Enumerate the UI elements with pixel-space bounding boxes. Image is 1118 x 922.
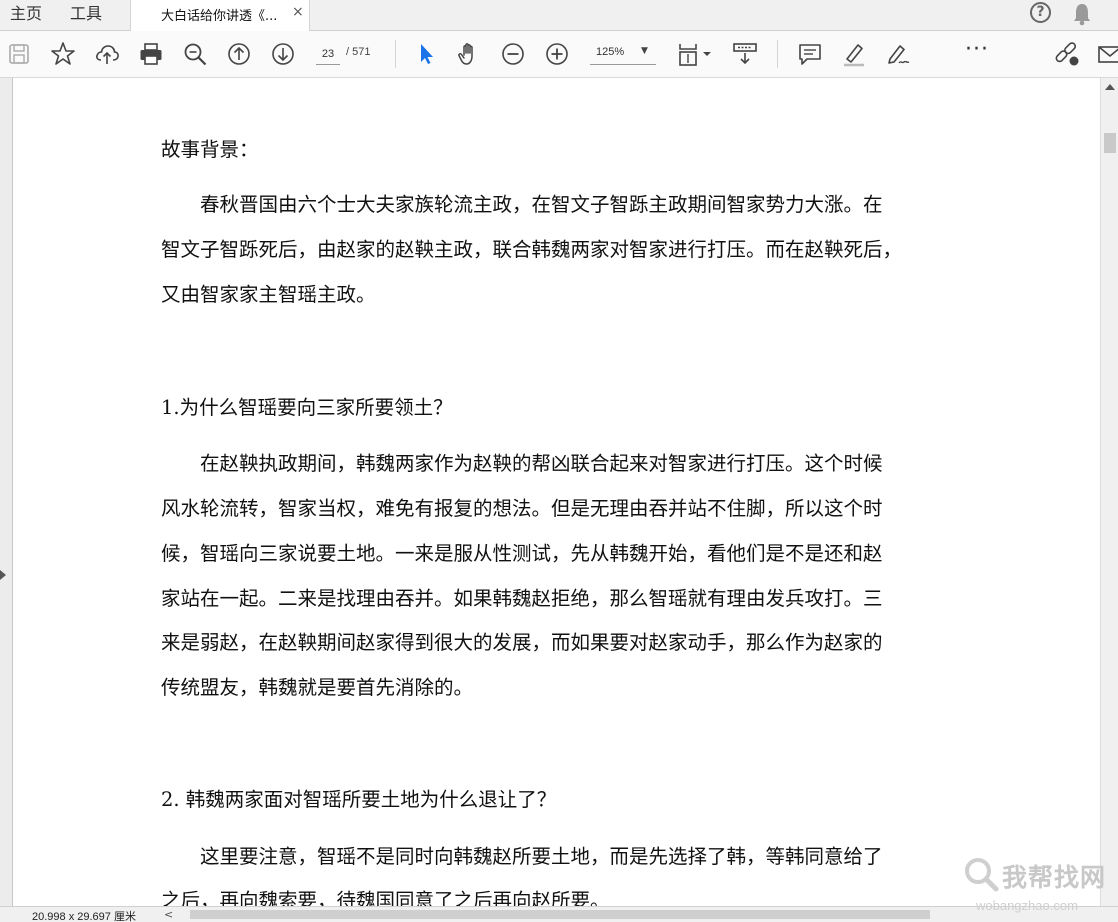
scroll-left-icon[interactable]: < — [164, 909, 173, 921]
upload-cloud-icon[interactable] — [94, 41, 120, 67]
save-icon[interactable] — [6, 41, 32, 67]
horizontal-scrollbar-thumb[interactable] — [190, 910, 930, 919]
zoom-search-icon[interactable] — [182, 41, 208, 67]
page-up-icon[interactable] — [226, 41, 252, 67]
tab-bar: 主页 工具 大白话给你讲透《... × ? — [0, 0, 1118, 32]
scrollbar-thumb[interactable] — [1104, 133, 1116, 153]
body-line: 风水轮流转，智家当权，难免有报复的想法。但是无理由吞并站不住脚，所以这个时 — [161, 497, 883, 520]
comment-icon[interactable] — [797, 41, 823, 67]
chevron-down-icon: ▼ — [641, 46, 648, 56]
sign-icon[interactable] — [885, 41, 911, 67]
document-tab-title: 大白话给你讲透《... — [161, 9, 278, 24]
body-line: 又由智家家主智瑶主政。 — [161, 283, 376, 306]
select-pointer-icon[interactable] — [413, 41, 439, 67]
section-heading: 2. 韩魏两家面对智瑶所要土地为什么退让了？ — [161, 788, 557, 811]
highlight-icon[interactable] — [841, 41, 867, 67]
zoom-in-icon[interactable] — [544, 41, 570, 67]
body-line: 传统盟友，韩魏就是要首先消除的。 — [161, 676, 474, 699]
print-icon[interactable] — [138, 41, 164, 67]
status-bar: 20.998 x 29.697 厘米 < — [0, 906, 1118, 922]
page-total: / 571 — [346, 46, 371, 58]
page-size-readout: 20.998 x 29.697 厘米 — [32, 911, 136, 922]
fit-page-icon[interactable] — [676, 41, 716, 67]
side-panel-toggle-icon[interactable] — [0, 570, 6, 580]
email-icon[interactable] — [1097, 41, 1118, 67]
bookmark-star-icon[interactable] — [50, 41, 76, 67]
page-down-icon[interactable] — [270, 41, 296, 67]
scroll-mode-icon[interactable] — [732, 41, 758, 67]
section-heading: 1.为什么智瑶要向三家所要领土？ — [161, 396, 453, 419]
zoom-out-icon[interactable] — [500, 41, 526, 67]
body-line: 在赵鞅执政期间，韩魏两家作为赵鞅的帮凶联合起来对智家进行打压。这个时候 — [200, 452, 883, 475]
body-line: 候，智瑶向三家说要土地。一来是服从性测试，先从韩魏开始，看他们是不是还和赵 — [161, 542, 883, 565]
scroll-up-icon[interactable] — [1105, 84, 1115, 90]
body-line: 智文子智跞死后，由赵家的赵鞅主政，联合韩魏两家对智家进行打压。而在赵鞅死后， — [161, 238, 903, 261]
document-viewer[interactable]: 故事背景： 春秋晋国由六个士大夫家族轮流主政，在智文子智跞主政期间智家势力大涨。… — [0, 78, 1100, 912]
page-number-input[interactable] — [316, 43, 340, 65]
zoom-select[interactable]: 125% ▼ — [590, 43, 656, 65]
body-line: 春秋晋国由六个士大夫家族轮流主政，在智文子智跞主政期间智家势力大涨。在 — [200, 193, 883, 216]
body-line: 家站在一起。二来是找理由吞并。如果韩魏赵拒绝，那么智瑶就有理由发兵攻打。三 — [161, 587, 883, 610]
watermark-url: wobangzhao.com — [976, 898, 1078, 913]
tab-document[interactable]: 大白话给你讲透《... × — [130, 0, 310, 32]
hand-icon[interactable] — [456, 41, 482, 67]
toolbar: / 571 125% ▼ ··· — [0, 31, 1118, 78]
tab-home[interactable]: 主页 — [10, 0, 42, 31]
magnifier-logo-icon — [965, 858, 999, 892]
help-icon[interactable]: ? — [1030, 2, 1051, 23]
vertical-scrollbar[interactable] — [1100, 78, 1118, 906]
more-options-icon[interactable]: ··· — [965, 39, 989, 61]
body-line: 来是弱赵，在赵鞅期间赵家得到很大的发展，而如果要对赵家动手，那么作为赵家的 — [161, 631, 883, 654]
watermark: 我帮找网 wobangzhao.com — [962, 848, 1118, 920]
body-line: 这里要注意，智瑶不是同时向韩魏赵所要土地，而是先选择了韩，等韩同意给了 — [200, 845, 883, 868]
toolbar-divider — [395, 40, 396, 68]
zoom-level: 125% — [596, 46, 625, 58]
watermark-brand: 我帮找网 — [1002, 863, 1107, 892]
close-icon[interactable]: × — [292, 4, 304, 20]
section-title: 故事背景： — [161, 138, 259, 161]
toolbar-divider — [777, 40, 778, 68]
bell-icon[interactable] — [1072, 2, 1092, 26]
share-link-icon[interactable] — [1054, 41, 1080, 67]
tab-tools[interactable]: 工具 — [70, 0, 102, 31]
